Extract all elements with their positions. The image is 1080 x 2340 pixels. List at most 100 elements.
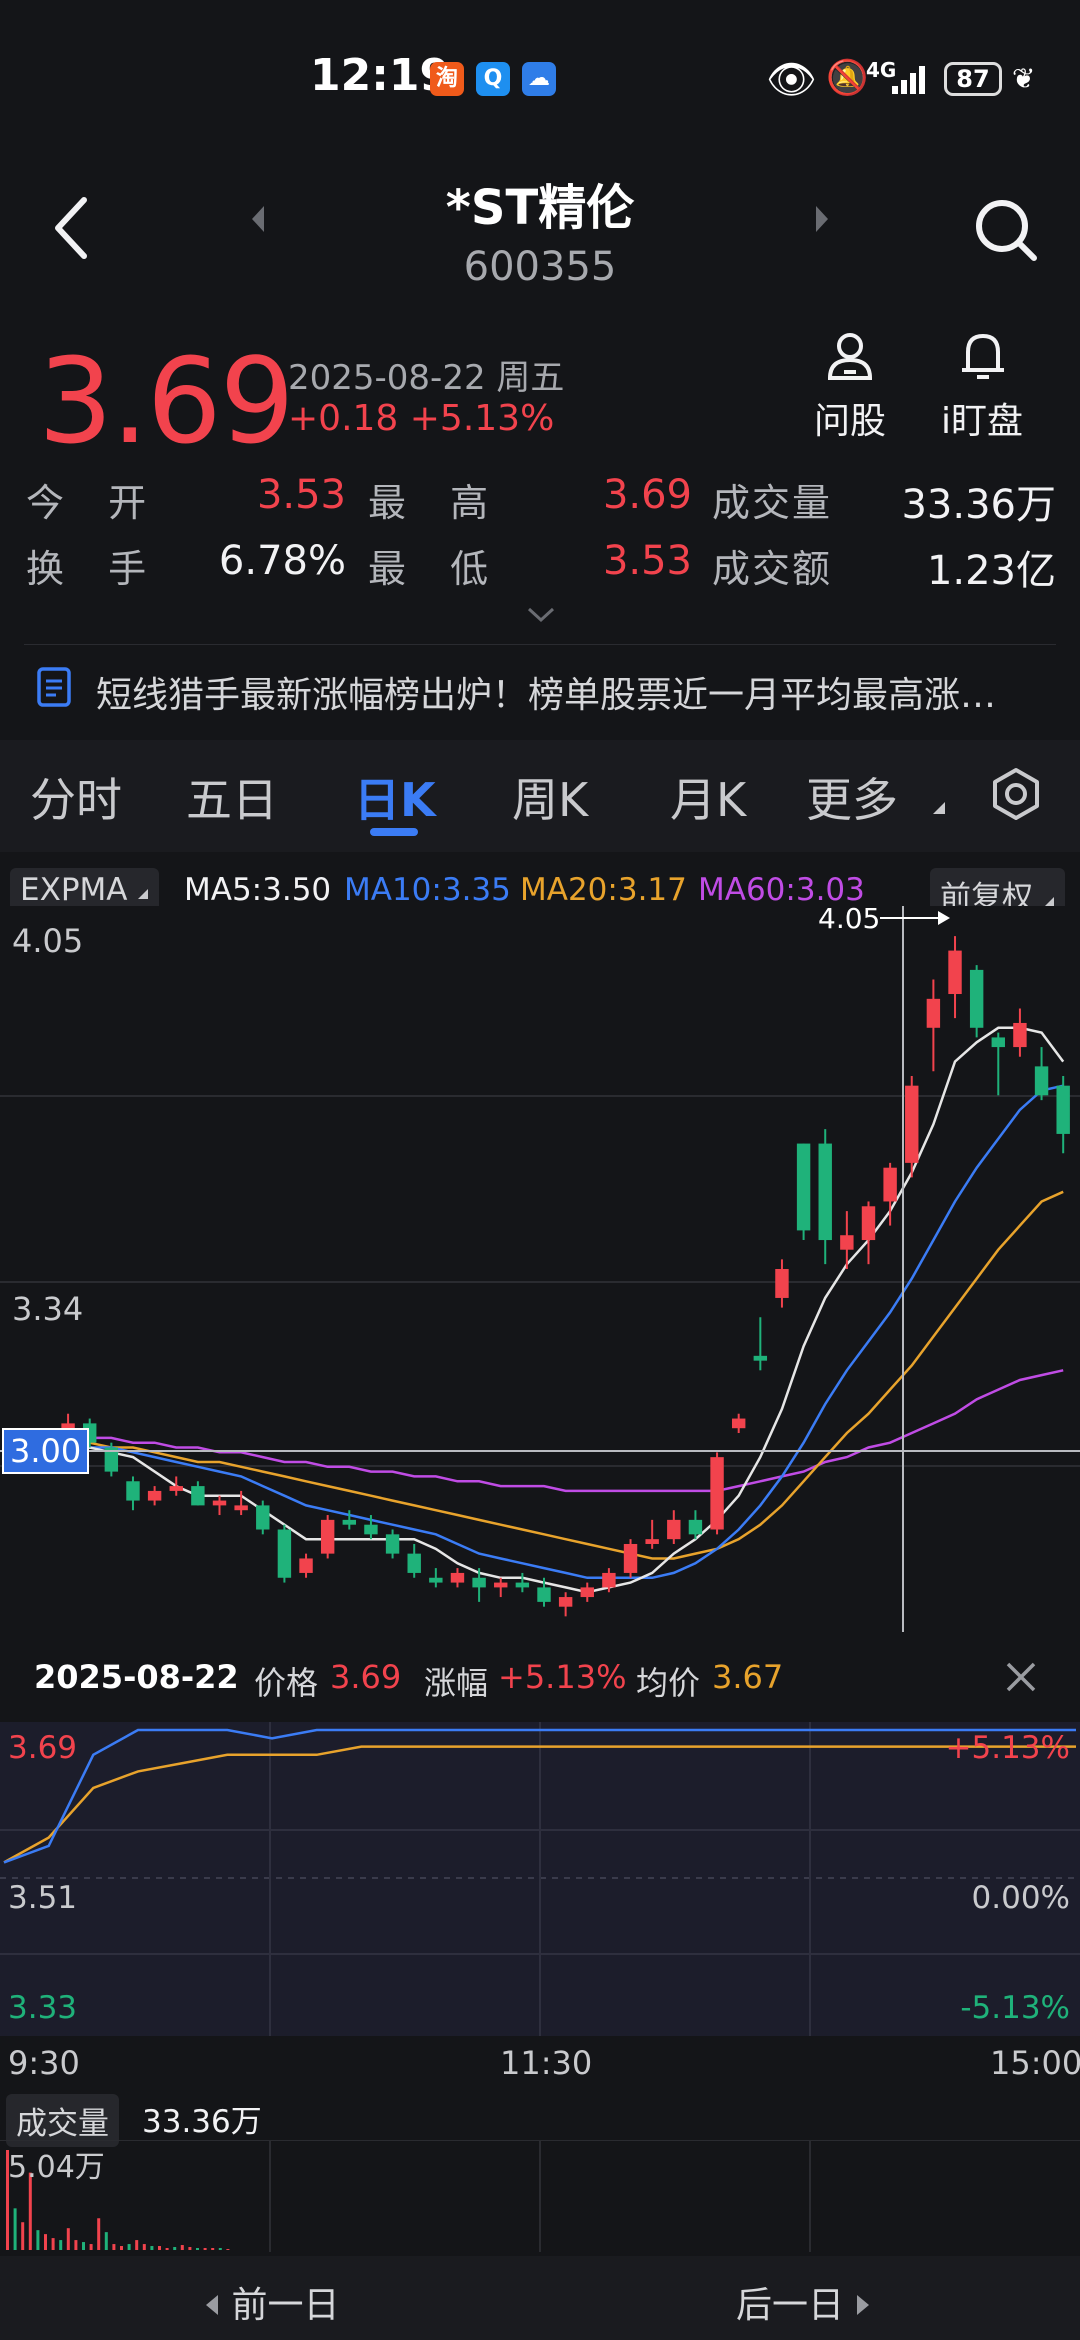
volume-bar <box>226 2249 230 2250</box>
volume-bar <box>36 2230 40 2250</box>
leaf-icon: ❦ <box>1012 62 1036 95</box>
settings-icon[interactable] <box>988 766 1044 826</box>
battery-indicator: 87 <box>944 62 1002 96</box>
stock-name: *ST精伦 <box>445 180 635 236</box>
document-icon <box>36 666 72 712</box>
ma5-value: MA5:3.50 <box>184 872 332 908</box>
peak-arrow <box>880 908 952 932</box>
tab-monthly-k[interactable]: 月K <box>670 764 746 830</box>
volume-bar <box>135 2240 139 2250</box>
volume-total: 33.36万 <box>142 2104 262 2140</box>
intraday-chart[interactable] <box>0 1722 1080 2036</box>
candle <box>905 1076 919 1178</box>
next-day-button[interactable]: 后一日 <box>736 2276 871 2328</box>
intraday-y-mid: 3.51 <box>8 1880 78 1916</box>
bottom-nav <box>0 2256 1080 2340</box>
intraday-price-value: 3.69 <box>330 1658 402 1696</box>
candle <box>104 1442 119 1477</box>
volume-bar <box>66 2228 70 2250</box>
prev-day-label: 前一日 <box>231 2285 340 2326</box>
bell-icon <box>958 330 1008 386</box>
peak-label: 4.05 <box>818 902 881 935</box>
tab-intraday[interactable]: 分时 <box>30 764 122 830</box>
intraday-date: 2025-08-22 <box>34 1658 239 1696</box>
current-price: 3.69 <box>38 332 295 470</box>
intraday-info-bar: 2025-08-22 价格 3.69 涨幅 +5.13% 均价 3.67 <box>0 1634 1080 1722</box>
volume-value: 33.36万 <box>901 482 1056 528</box>
signal-icon <box>890 60 934 100</box>
divider <box>24 644 1056 645</box>
volume-chart <box>0 2140 1080 2252</box>
volume-bar <box>196 2248 199 2250</box>
ma10-value: MA10:3.35 <box>344 872 511 908</box>
active-tab-indicator <box>370 828 418 836</box>
volume-bar <box>142 2244 146 2250</box>
intraday-y-top: 3.69 <box>8 1730 78 1766</box>
volume-bar <box>89 2244 93 2250</box>
turnover-value: 6.78% <box>218 538 346 584</box>
indicator-label: EXPMA <box>20 872 128 908</box>
tab-daily-k[interactable]: 日K <box>354 764 436 830</box>
prev-day-button[interactable]: 前一日 <box>204 2276 339 2328</box>
amount-label: 成交额 <box>712 547 833 591</box>
prev-day-icon <box>206 2295 218 2315</box>
volume-label: 成交量 <box>712 481 833 525</box>
time-label-close: 15:00 <box>990 2044 1080 2082</box>
intraday-price-label: 价格 <box>254 1664 319 1702</box>
indicator-caret-icon <box>138 889 149 899</box>
candle <box>796 1143 811 1241</box>
watch-button[interactable]: i盯盘 <box>912 330 1052 442</box>
high-value: 3.69 <box>602 472 692 518</box>
candle <box>320 1515 335 1559</box>
candle <box>969 965 984 1038</box>
candle <box>710 1452 724 1535</box>
search-icon[interactable] <box>972 196 1038 266</box>
volume-bar <box>21 2222 25 2250</box>
news-text[interactable]: 短线猎手最新涨幅榜出炉！榜单股票近一月平均最高涨… <box>96 666 996 718</box>
intraday-avg-value: 3.67 <box>712 1658 784 1696</box>
volume-bar <box>165 2248 169 2250</box>
volume-bar <box>74 2240 78 2250</box>
turnover-label: 换 手 <box>26 547 163 591</box>
volume-bar <box>13 2208 17 2250</box>
volume-bar <box>188 2247 192 2250</box>
candlestick-chart[interactable] <box>0 906 1080 1632</box>
volume-bar <box>218 2248 222 2250</box>
high-label: 最 高 <box>368 481 505 525</box>
stock-code: 600355 <box>463 244 617 290</box>
low-value: 3.53 <box>602 538 692 584</box>
volume-bar <box>120 2246 123 2250</box>
intraday-change-label: 涨幅 <box>424 1664 489 1702</box>
mute-bell-icon: 🔕 <box>826 58 869 98</box>
amount-value: 1.23亿 <box>926 548 1056 594</box>
tab-five-day[interactable]: 五日 <box>186 764 278 830</box>
volume-bar <box>173 2247 177 2250</box>
ask-stock-label: 问股 <box>813 401 886 442</box>
price-change: +0.18 +5.13% <box>288 398 555 439</box>
watch-label: i盯盘 <box>940 401 1023 442</box>
more-caret-icon <box>932 800 946 819</box>
volume-bar <box>180 2245 184 2250</box>
tab-weekly-k[interactable]: 周K <box>512 764 588 830</box>
time-label-open: 9:30 <box>8 2044 80 2082</box>
y-axis-top: 4.05 <box>12 922 84 960</box>
close-icon[interactable] <box>1004 1660 1038 1698</box>
volume-bar <box>97 2218 101 2250</box>
cloud-app-icon: ☁ <box>522 62 556 96</box>
volume-bar <box>150 2246 154 2250</box>
tab-more[interactable]: 更多 <box>806 764 898 830</box>
intraday-change-value: +5.13% <box>498 1658 627 1696</box>
expand-icon[interactable] <box>526 606 556 628</box>
time-label-midday: 11:30 <box>500 2044 593 2082</box>
volume-bar <box>51 2238 55 2250</box>
ask-stock-button[interactable]: 问股 <box>780 330 920 442</box>
low-label: 最 低 <box>368 547 505 591</box>
volume-bar <box>158 2246 161 2250</box>
taobao-icon: 淘 <box>430 62 464 96</box>
next-day-icon <box>857 2295 870 2315</box>
candle <box>623 1539 638 1578</box>
quote-date: 2025-08-22 周五 <box>288 358 565 398</box>
intraday-avg-label: 均价 <box>636 1664 701 1702</box>
volume-bar <box>44 2234 47 2250</box>
eye-icon: 👁 <box>766 57 817 103</box>
